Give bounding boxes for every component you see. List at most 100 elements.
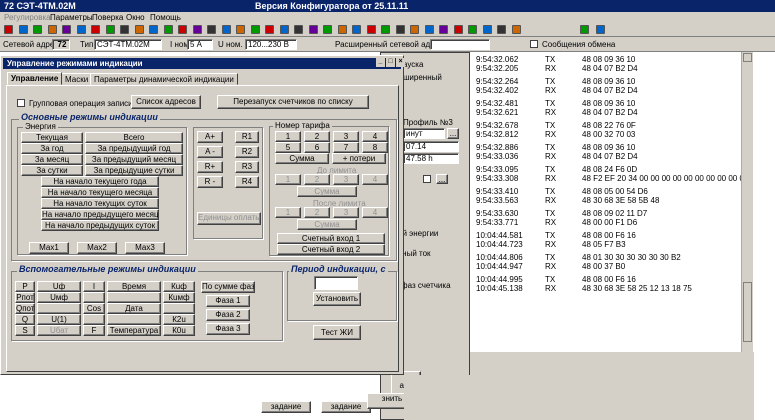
aux-btn-1-3[interactable] xyxy=(107,292,161,303)
sum-button[interactable]: Сумма xyxy=(275,153,329,164)
toolbar-tool-icon[interactable] xyxy=(33,25,42,34)
maximize-icon[interactable]: □ xyxy=(386,58,395,67)
aux-btn-4-0[interactable]: S xyxy=(15,325,35,336)
energy-btn-3[interactable]: За сутки xyxy=(21,165,83,176)
tab-dynamic[interactable]: Параметры динамической индикации xyxy=(90,73,238,85)
max-btn-0[interactable]: Мах1 xyxy=(29,242,69,254)
toolbar-tool-icon[interactable] xyxy=(4,25,13,34)
toolbar-tool-icon[interactable] xyxy=(221,25,231,34)
before-sum-button[interactable]: Сумма xyxy=(297,186,357,197)
aux-btn-3-4[interactable]: К2u xyxy=(163,314,195,325)
exchange-log[interactable]: 9:54:32.062 TX 48 08 09 36 10 9:54:32.205 RX… xyxy=(470,52,748,352)
toolbar-tool-icon[interactable] xyxy=(207,25,216,34)
toolbar-tool-icon[interactable] xyxy=(337,25,347,34)
net-address-field[interactable]: 72 xyxy=(52,39,70,50)
losses-button[interactable]: + потери xyxy=(332,153,386,164)
aux-btn-4-1[interactable]: Uбат xyxy=(37,325,81,336)
tariff-btn-5[interactable]: 6 xyxy=(304,142,330,153)
sign-btn-1[interactable]: A - xyxy=(197,146,223,158)
log-scrollbar[interactable] xyxy=(741,52,753,352)
toolbar-tool-icon[interactable] xyxy=(76,25,86,34)
phase-btn-0[interactable]: Фаза 1 xyxy=(206,295,250,307)
toolbar-tool-icon[interactable] xyxy=(294,25,303,34)
tab-upravlenie[interactable]: Управление xyxy=(7,72,63,85)
max-btn-2[interactable]: Мах3 xyxy=(125,242,165,254)
toolbar-tool-icon[interactable] xyxy=(62,25,71,34)
after-sum-button[interactable]: Сумма xyxy=(297,219,357,230)
menu-regulirovka[interactable]: Регулировка xyxy=(4,13,51,22)
before-btn-0[interactable]: 1 xyxy=(275,174,301,185)
aux-btn-4-4[interactable]: К0u xyxy=(163,325,195,336)
counted-1-button[interactable]: Счетный вход 1 xyxy=(277,233,385,244)
menu-poverka[interactable]: Поверка xyxy=(92,13,123,22)
after-btn-3[interactable]: 4 xyxy=(362,207,388,218)
toolbar-tool-icon[interactable] xyxy=(105,25,115,34)
tariff-btn-7[interactable]: 8 xyxy=(362,142,388,153)
energy-start-btn-4[interactable]: На начало предыдущих суток xyxy=(41,220,159,231)
aux-btn-1-2[interactable] xyxy=(83,292,105,303)
energy-btn-0[interactable]: Текущая xyxy=(21,132,83,143)
bg-dots-button[interactable]: ... xyxy=(447,128,459,139)
toolbar-tool-icon[interactable] xyxy=(192,25,202,34)
energy-start-btn-0[interactable]: На начало текущего года xyxy=(41,176,159,187)
after-btn-2[interactable]: 3 xyxy=(333,207,359,218)
group-op-checkbox[interactable] xyxy=(17,99,25,107)
max-btn-1[interactable]: Мах2 xyxy=(77,242,117,254)
aux-btn-0-3[interactable]: Время xyxy=(107,281,161,292)
unom-select[interactable]: 120...230 В xyxy=(245,39,297,50)
toolbar-tool-icon[interactable] xyxy=(279,25,289,34)
period-input[interactable] xyxy=(314,276,358,290)
aux-btn-3-3[interactable] xyxy=(107,314,161,325)
ext-address-field[interactable] xyxy=(430,39,490,50)
aux-btn-2-2[interactable]: Cos xyxy=(83,303,105,314)
aux-btn-0-1[interactable]: Uф xyxy=(37,281,81,292)
toolbar-tool-icon[interactable] xyxy=(47,25,57,34)
aux-btn-3-1[interactable]: U(1) xyxy=(37,314,81,325)
menu-okno[interactable]: Окно xyxy=(126,13,145,22)
r-btn-2[interactable]: R3 xyxy=(235,161,259,173)
energy-start-btn-3[interactable]: На начало предыдущего месяца xyxy=(41,209,159,220)
inom-select[interactable]: 5 А xyxy=(187,39,213,50)
phase-btn-2[interactable]: Фаза 3 xyxy=(206,323,250,335)
aux-btn-4-2[interactable]: F xyxy=(83,325,105,336)
tariff-btn-1[interactable]: 2 xyxy=(304,131,330,142)
bg-zadanie-button-2[interactable]: задание xyxy=(321,401,371,413)
bg-dots-button-2[interactable]: ... xyxy=(436,174,448,184)
energy-prev-btn-1[interactable]: За предыдущий год xyxy=(85,143,183,154)
scroll-up-arrow[interactable] xyxy=(743,53,752,62)
aux-btn-2-4[interactable] xyxy=(163,303,195,314)
aux-btn-3-2[interactable] xyxy=(83,314,105,325)
toolbar-tool-icon[interactable] xyxy=(453,25,463,34)
toolbar-tool-icon[interactable] xyxy=(91,25,100,34)
toolbar-tool-icon[interactable] xyxy=(352,25,361,34)
after-btn-1[interactable]: 2 xyxy=(304,207,330,218)
before-btn-1[interactable]: 2 xyxy=(304,174,330,185)
toolbar-tool-icon[interactable] xyxy=(395,25,405,34)
toolbar-tool-icon[interactable] xyxy=(424,25,434,34)
menu-parametry[interactable]: Параметры xyxy=(50,13,93,22)
minimize-icon[interactable]: _ xyxy=(376,58,385,67)
aux-btn-0-2[interactable]: I xyxy=(83,281,105,292)
restart-button[interactable]: Перезапуск счетчиков по списку xyxy=(217,95,369,109)
toolbar-tool-icon[interactable] xyxy=(366,25,376,34)
sign-btn-2[interactable]: R+ xyxy=(197,161,223,173)
energy-prev-btn-0[interactable]: Всего xyxy=(85,132,183,143)
toolbar-tool-icon[interactable] xyxy=(596,25,605,34)
toolbar-tool-icon[interactable] xyxy=(120,25,129,34)
bg-checkbox[interactable] xyxy=(423,175,431,183)
toolbar-tool-icon[interactable] xyxy=(265,25,274,34)
messages-checkbox[interactable] xyxy=(530,40,538,48)
toolbar-tool-icon[interactable] xyxy=(410,25,419,34)
sign-btn-0[interactable]: A+ xyxy=(197,131,223,143)
aux-btn-2-0[interactable]: Qпот xyxy=(15,303,35,314)
aux-btn-4-3[interactable]: Температура xyxy=(107,325,161,336)
aux-btn-2-1[interactable] xyxy=(37,303,81,314)
scroll-thumb[interactable] xyxy=(743,282,752,342)
energy-prev-btn-3[interactable]: За предыдущие сутки xyxy=(85,165,183,176)
energy-prev-btn-2[interactable]: За предыдущий месяц xyxy=(85,154,183,165)
aux-btn-1-4[interactable]: Кuмф xyxy=(163,292,195,303)
phase-sum-button[interactable]: По сумме фаз xyxy=(201,281,255,293)
energy-start-btn-1[interactable]: На начало текущего месяца xyxy=(41,187,159,198)
toolbar-tool-icon[interactable] xyxy=(308,25,318,34)
bg-hours-field[interactable]: 47.58 h xyxy=(403,153,459,164)
